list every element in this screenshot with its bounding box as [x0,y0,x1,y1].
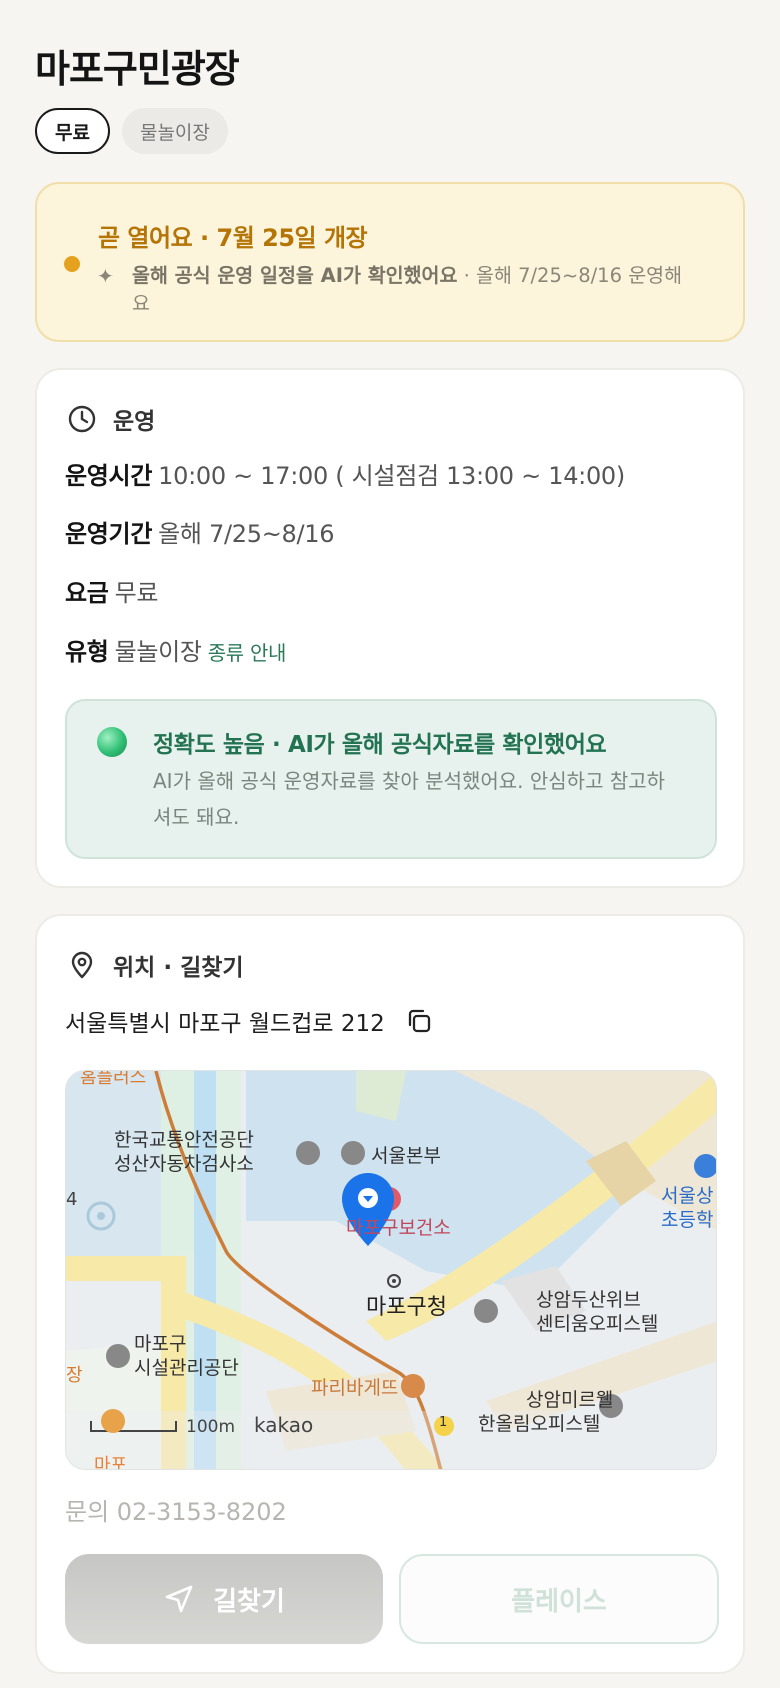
hours-value: 10:00 ~ 17:00 ( 시설점검 13:00 ~ 14:00) [158,462,625,490]
map-label-facility2: 시설관리공단 [134,1357,239,1379]
status-dot-icon [64,256,80,272]
accuracy-title: 정확도 높음 · AI가 올해 공식자료를 확인했어요 [153,732,607,758]
fee-value: 무료 [114,579,159,607]
map-label-school1: 서울상 [661,1185,714,1207]
navigation-arrow-icon [165,1585,193,1613]
map-label-top-left: 홈플러스 [80,1070,147,1088]
type-guide-link[interactable]: 종류 안내 [208,641,287,665]
map-label-traffic: 한국교통안전공단 [114,1129,254,1151]
location-heading: 위치 · 길찾기 [113,955,244,981]
accuracy-box: 정확도 높음 · AI가 올해 공식자료를 확인했어요 AI가 올해 공식 운영… [65,699,717,859]
map-label-left-num: 4 [66,1189,78,1210]
period-value: 올해 7/25~8/16 [158,520,335,548]
operation-header: 운영 [67,402,155,436]
notice-title: 곧 열어요 · 7월 25일 개장 [98,224,368,252]
clock-icon [68,405,96,433]
map-label-mireu2: 한올림오피스텔 [478,1413,601,1435]
location-pin-icon [71,951,93,979]
map-route-number: 1 [439,1415,448,1430]
operation-heading: 운영 [113,409,156,435]
map-view[interactable]: 홈플러스 4 장 한국교통안전공단 성산자동차검사소 서울본부 마포구보건소 마… [65,1070,717,1470]
operation-card: 운영 운영시간 10:00 ~ 17:00 ( 시설점검 13:00 ~ 14:0… [35,368,745,888]
contact-phone[interactable]: 문의 02-3153-8202 [65,1492,287,1527]
type-label: 유형 [65,638,109,666]
map-brand-logo: kakao [254,1413,314,1437]
accuracy-body: AI가 올해 공식 운영자료를 찾아 분석했어요. 안심하고 참고하셔도 돼요. [153,769,666,829]
fee-row: 요금 무료 [65,573,158,608]
address-text: 서울특별시 마포구 월드컵로 212 [65,1011,385,1037]
map-label-office: 마포구청 [366,1295,447,1320]
hours-label: 운영시간 [65,462,153,490]
accuracy-dot-icon [97,727,127,757]
sparkle-icon: ✦ [97,264,114,288]
fee-label: 요금 [65,579,109,607]
chip-free[interactable]: 무료 [35,108,110,154]
map-scale: 100m [186,1417,236,1437]
map-label-health: 마포구보건소 [346,1217,451,1239]
notice-body: ✦ 올해 공식 운영 일정을 AI가 확인했어요 · 올해 7/25~8/16 … [97,262,698,318]
location-header: 위치 · 길찾기 [67,948,244,982]
map-label-traffic2: 성산자동차검사소 [114,1153,254,1175]
type-value: 물놀이장 [114,638,202,666]
directions-button[interactable]: 길찾기 [65,1554,383,1644]
page-title: 마포구민광장 [35,47,240,91]
place-label: 플레이스 [511,1586,607,1617]
map-label-bakery: 파리바게뜨 [311,1377,399,1399]
map-label-seoul-hq: 서울본부 [371,1145,441,1167]
map-label-facility1: 마포구 [134,1333,187,1355]
opening-notice: 곧 열어요 · 7월 25일 개장 ✦ 올해 공식 운영 일정을 AI가 확인했… [35,182,745,342]
type-row: 유형 물놀이장 종류 안내 [65,632,286,667]
place-button[interactable]: 플레이스 [399,1554,719,1644]
copy-icon[interactable] [405,1007,433,1035]
map-label-sangam2: 센티움오피스텔 [536,1313,659,1335]
directions-label: 길찾기 [213,1586,285,1617]
tag-chips: 무료 물놀이장 [35,108,228,154]
map-label-mireu1: 상암미르웰 [526,1389,614,1411]
map-label-bottom-left: 마포 [94,1455,128,1470]
period-label: 운영기간 [65,520,153,548]
address-row: 서울특별시 마포구 월드컵로 212 [65,1004,433,1038]
chip-water-play[interactable]: 물놀이장 [121,108,228,154]
location-card: 위치 · 길찾기 서울특별시 마포구 월드컵로 212 홈플러스 4 장 한국교… [35,914,745,1674]
map-label-sangam1: 상암두산위브 [536,1289,641,1311]
period-row: 운영기간 올해 7/25~8/16 [65,514,335,549]
notice-body-bold: 올해 공식 운영 일정을 AI가 확인했어요 [132,264,458,287]
hours-row: 운영시간 10:00 ~ 17:00 ( 시설점검 13:00 ~ 14:00) [65,456,625,491]
map-label-left-char: 장 [66,1365,83,1386]
map-label-school2: 초등학 [661,1209,714,1231]
